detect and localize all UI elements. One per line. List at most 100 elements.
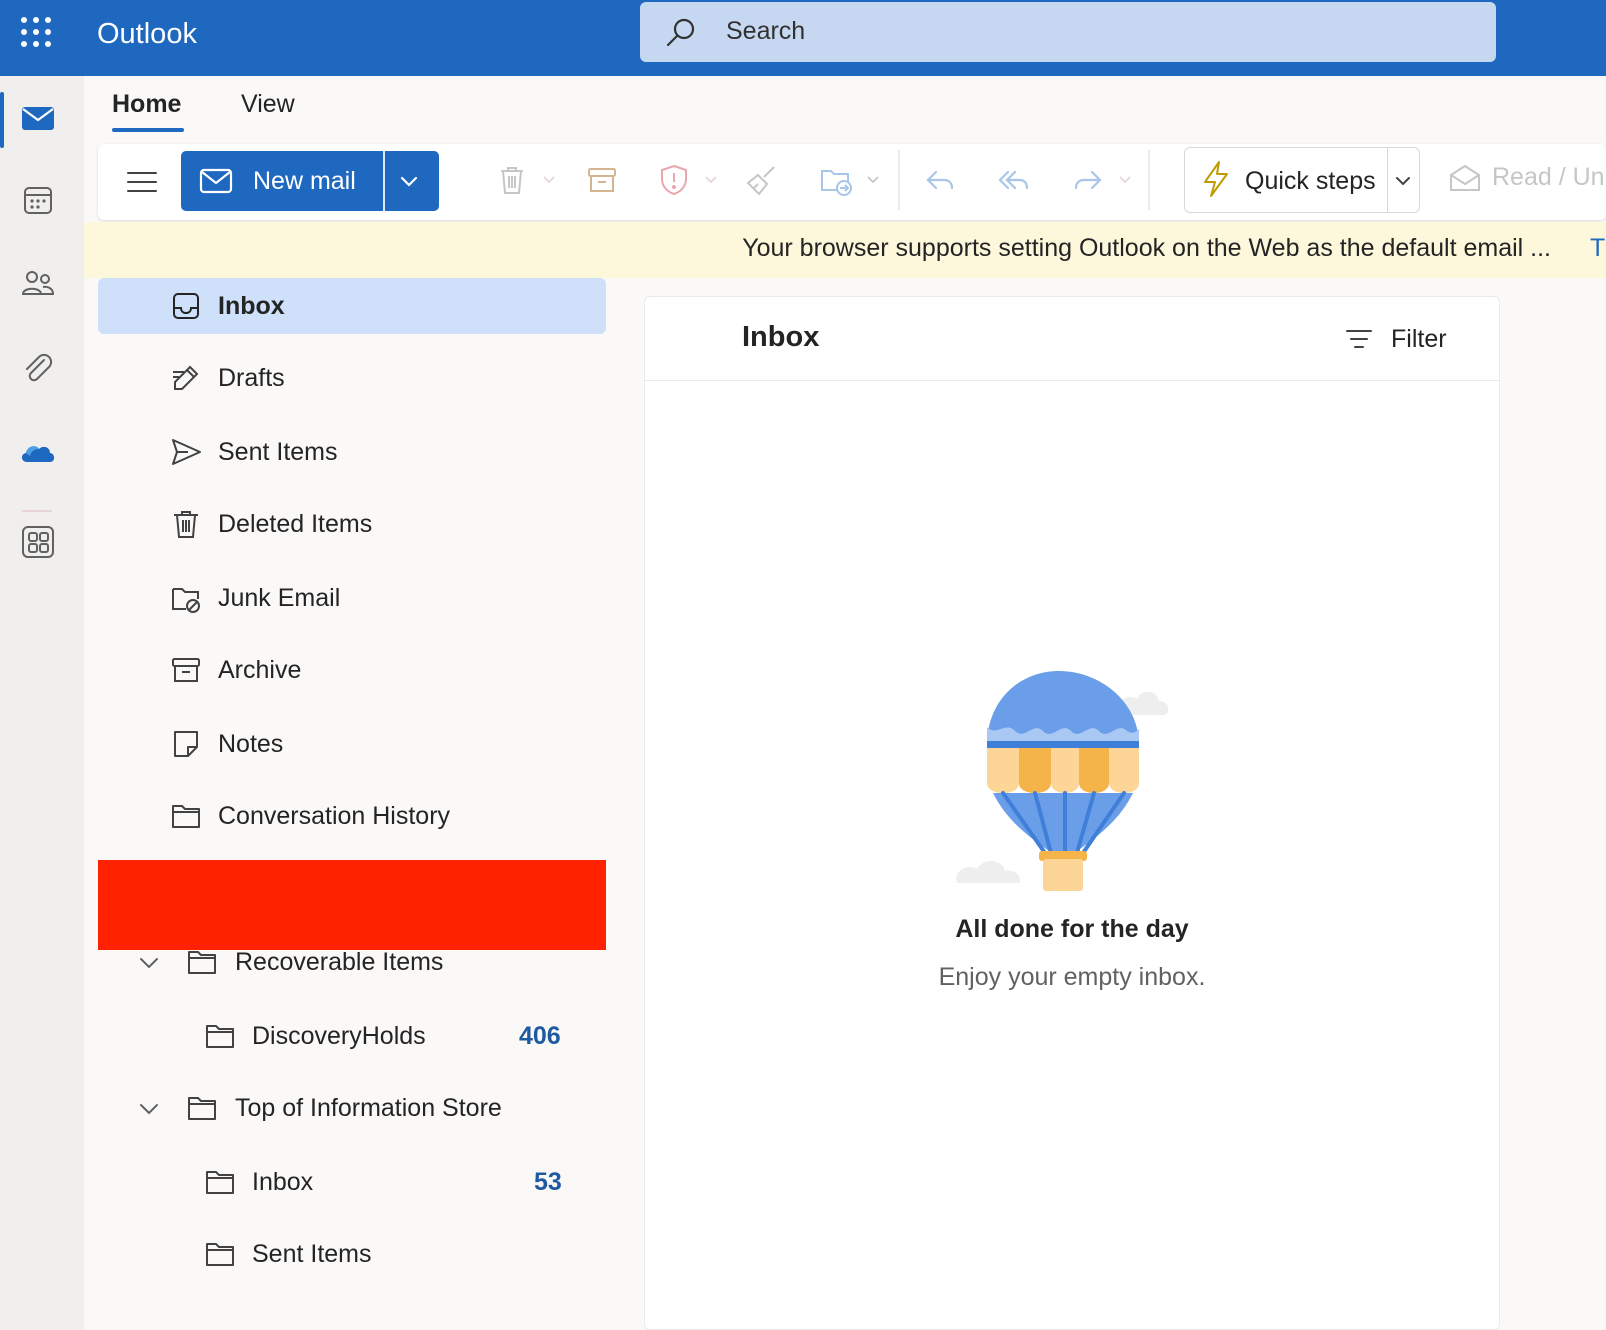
app-title[interactable]: Outlook <box>97 16 197 52</box>
message-list: Inbox Filter All done for the day Enjoy … <box>644 296 1500 1330</box>
folder-label: Junk Email <box>218 584 341 612</box>
folder-label: Drafts <box>218 364 285 392</box>
folder-top-of-information-store[interactable]: Top of Information Store <box>98 1080 606 1136</box>
search-input[interactable]: Search <box>726 17 805 46</box>
folder-store-sent-items[interactable]: Sent Items <box>98 1226 606 1282</box>
folder-icon <box>186 946 218 978</box>
new-mail-button[interactable]: New mail <box>181 151 383 211</box>
junk-icon <box>170 582 202 614</box>
hot-air-balloon-illustration <box>953 657 1193 895</box>
folder-icon <box>204 1166 236 1198</box>
folder-junk-email[interactable]: Junk Email <box>98 570 606 626</box>
reply-icon[interactable] <box>922 162 958 198</box>
hamburger-menu-icon[interactable] <box>126 166 158 198</box>
chevron-down-icon[interactable] <box>138 1100 160 1118</box>
folder-label: Conversation History <box>218 802 451 830</box>
tab-view[interactable]: View <box>241 90 295 119</box>
ribbon-tabs: Home View <box>84 76 1606 144</box>
drafts-icon <box>170 362 202 394</box>
mail-icon[interactable] <box>18 98 58 138</box>
filter-button[interactable]: Filter <box>1345 319 1465 359</box>
folder-label: Recoverable Items <box>235 948 444 976</box>
attachment-icon[interactable] <box>18 348 58 388</box>
folder-conversation-history[interactable]: Conversation History <box>98 788 606 844</box>
folder-label: Top of Information Store <box>235 1094 502 1122</box>
message-list-title: Inbox <box>742 321 820 353</box>
quick-steps-divider <box>1387 148 1388 212</box>
folder-archive[interactable]: Archive <box>98 642 606 698</box>
mail-icon <box>199 167 233 195</box>
folder-drafts[interactable]: Drafts <box>98 350 606 406</box>
sweep-broom-icon[interactable] <box>744 162 780 198</box>
top-bar: Outlook Search <box>0 0 1606 76</box>
delete-icon[interactable] <box>494 162 530 198</box>
banner-message: Your browser supports setting Outlook on… <box>742 234 1551 262</box>
folder-store-inbox[interactable]: Inbox 53 <box>98 1154 606 1210</box>
folder-icon <box>204 1020 236 1052</box>
folder-label: Sent Items <box>252 1240 372 1268</box>
quick-steps-button[interactable]: Quick steps <box>1245 167 1376 196</box>
envelope-open-icon[interactable] <box>1448 162 1482 194</box>
app-rail <box>0 76 84 1330</box>
empty-state-title: All done for the day <box>955 915 1189 943</box>
tab-home[interactable]: Home <box>112 90 181 119</box>
trash-icon <box>170 508 202 540</box>
ribbon-divider <box>1148 150 1150 210</box>
lightning-bolt-icon[interactable] <box>1201 160 1231 198</box>
app-launcher-icon[interactable] <box>18 14 54 50</box>
unread-count: 406 <box>519 1022 561 1050</box>
chevron-down-icon[interactable] <box>866 174 880 186</box>
archive-icon[interactable] <box>584 162 620 198</box>
inbox-icon <box>170 290 202 322</box>
unread-count: 53 <box>534 1168 562 1196</box>
ribbon-divider <box>898 150 900 210</box>
banner-link[interactable]: Tr <box>1590 234 1606 263</box>
onedrive-icon[interactable] <box>18 432 58 472</box>
search-box[interactable]: Search <box>640 2 1496 62</box>
send-icon <box>170 436 202 468</box>
move-to-folder-icon[interactable] <box>818 162 854 198</box>
ribbon-toolbar: New mail Quick steps Read / Un <box>98 144 1606 220</box>
chevron-down-icon[interactable] <box>138 954 160 972</box>
notes-icon <box>170 728 202 760</box>
read-unread-button[interactable]: Read / Un <box>1492 163 1605 192</box>
rail-divider <box>22 510 52 512</box>
people-icon[interactable] <box>18 264 58 304</box>
filter-label: Filter <box>1391 325 1447 353</box>
folder-sent-items[interactable]: Sent Items <box>98 424 606 480</box>
search-icon <box>664 16 698 50</box>
folder-deleted-items[interactable]: Deleted Items <box>98 496 606 552</box>
apps-icon[interactable] <box>18 522 58 562</box>
forward-icon[interactable] <box>1070 162 1106 198</box>
folder-recoverable-items[interactable]: Recoverable Items <box>98 934 606 990</box>
folder-label: Notes <box>218 730 284 758</box>
quick-steps-split-button: Quick steps <box>1184 147 1420 213</box>
folder-pane: Inbox Drafts Sent Items Deleted Items Ju… <box>84 278 632 1330</box>
chevron-down-icon[interactable] <box>397 169 421 193</box>
folder-icon <box>170 800 202 832</box>
message-list-header: Inbox Filter <box>645 297 1499 381</box>
chevron-down-icon[interactable] <box>1118 174 1132 186</box>
empty-state-subtitle: Enjoy your empty inbox. <box>938 963 1206 991</box>
folder-label: DiscoveryHolds <box>252 1022 426 1050</box>
chevron-down-icon[interactable] <box>542 174 556 186</box>
folder-label: Sent Items <box>218 438 338 466</box>
folder-icon <box>186 1092 218 1124</box>
folder-label: Archive <box>218 656 302 684</box>
folder-inbox[interactable]: Inbox <box>98 278 606 334</box>
rail-active-indicator <box>0 92 4 148</box>
reply-all-icon[interactable] <box>996 162 1032 198</box>
archive-icon <box>170 654 202 686</box>
folder-label: Inbox <box>218 292 285 320</box>
calendar-icon[interactable] <box>18 180 58 220</box>
report-shield-icon[interactable] <box>656 162 692 198</box>
default-email-banner: Your browser supports setting Outlook on… <box>84 222 1606 278</box>
chevron-down-icon[interactable] <box>704 174 718 186</box>
new-mail-label: New mail <box>253 167 356 195</box>
folder-notes[interactable]: Notes <box>98 716 606 772</box>
chevron-down-icon[interactable] <box>1393 172 1413 190</box>
folder-label: Deleted Items <box>218 510 373 538</box>
folder-discoveryholds[interactable]: DiscoveryHolds 406 <box>98 1008 606 1064</box>
new-mail-divider <box>383 151 385 211</box>
folder-icon <box>204 1238 236 1270</box>
